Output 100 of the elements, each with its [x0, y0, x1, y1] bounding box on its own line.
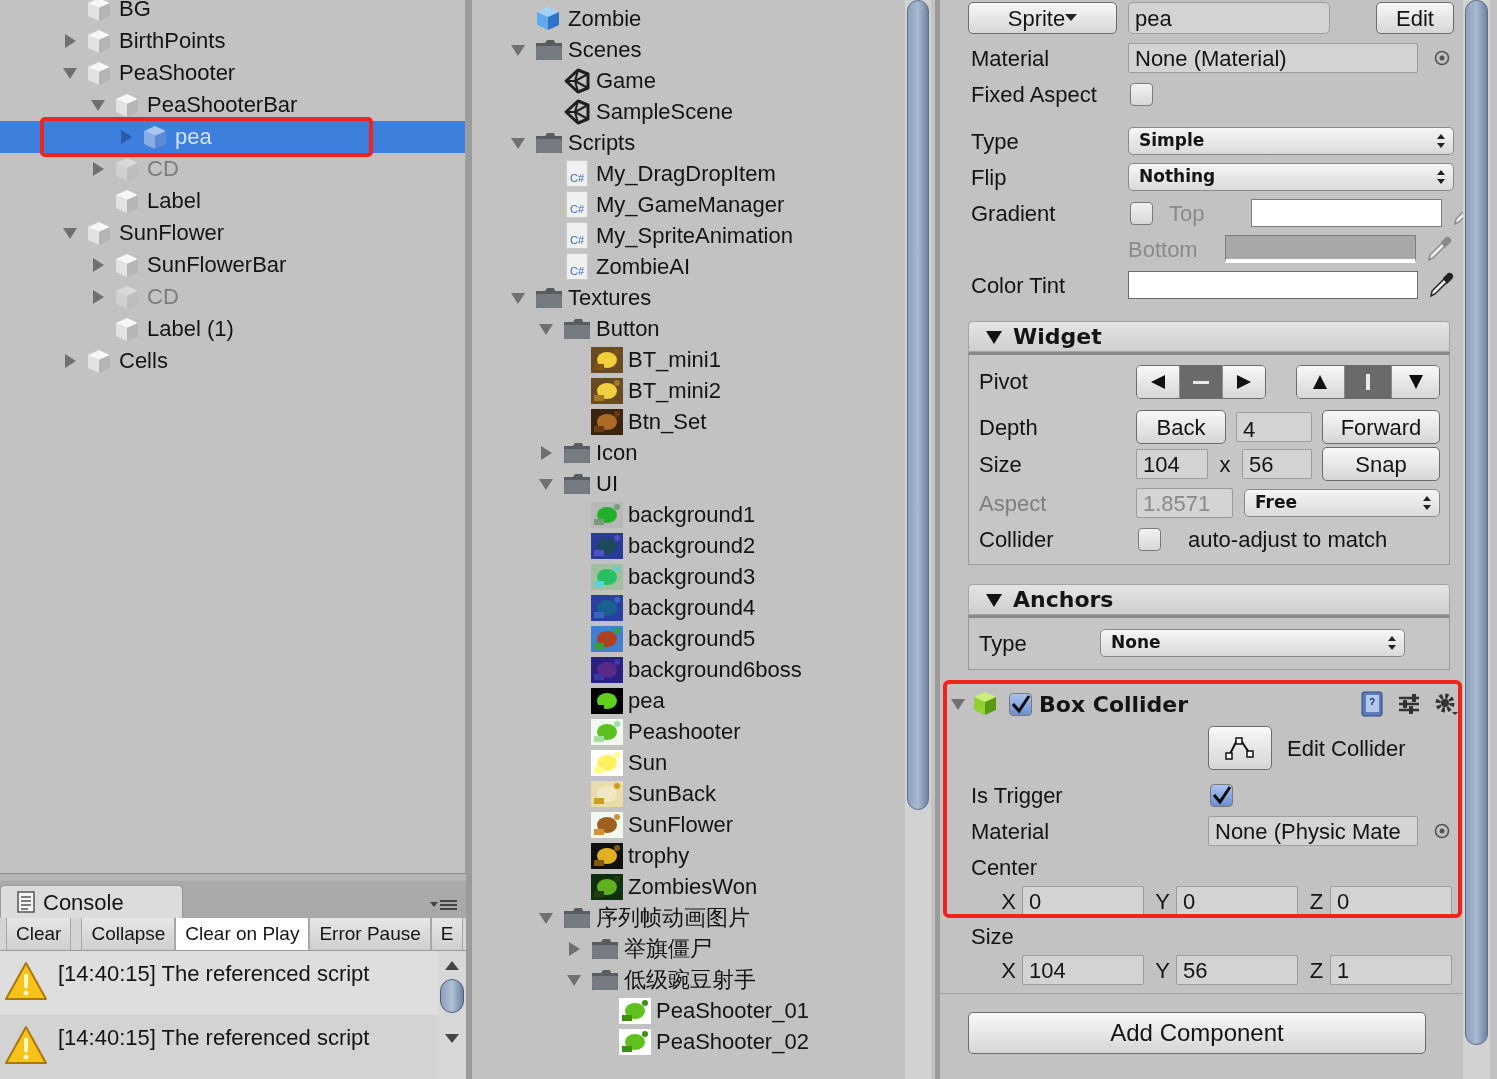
pivot-button[interactable] [1297, 366, 1345, 398]
asset-item[interactable]: My_GameManager [596, 189, 785, 220]
tree-item[interactable]: BirthPoints [119, 25, 226, 57]
number-field[interactable]: 56 [1176, 955, 1298, 985]
asset-item[interactable]: My_SpriteAnimation [596, 220, 793, 251]
asset-item[interactable]: 序列帧动画图片 [596, 902, 750, 933]
tree-item[interactable]: SunFlower [119, 217, 225, 249]
asset-item[interactable]: SampleScene [596, 96, 733, 127]
asset-item[interactable]: BT_mini2 [628, 375, 721, 406]
scrollbar-thumb[interactable] [907, 0, 929, 810]
expand-arrow-icon[interactable] [62, 33, 78, 49]
asset-item[interactable]: Sun [628, 747, 668, 778]
asset-item[interactable]: 低级豌豆射手 [624, 964, 756, 995]
edit-collider-button[interactable] [1208, 726, 1272, 770]
number-field[interactable]: 1 [1330, 955, 1452, 985]
asset-item[interactable]: background1 [628, 499, 756, 530]
asset-item[interactable]: SunBack [628, 778, 717, 809]
number-field[interactable]: 0 [1330, 886, 1452, 916]
asset-item[interactable]: My_DragDropItem [596, 158, 776, 189]
asset-item[interactable]: background2 [628, 530, 756, 561]
number-field[interactable]: 104 [1022, 955, 1144, 985]
asset-item[interactable]: Scripts [568, 127, 636, 158]
tree-item[interactable]: BG [119, 0, 151, 25]
asset-item[interactable]: trophy [628, 840, 690, 871]
pivot-button[interactable] [1223, 366, 1265, 398]
toolbar-button[interactable]: Collapse [81, 918, 176, 950]
collapse-arrow-icon[interactable] [985, 591, 1003, 608]
number-field[interactable]: 4 [1236, 412, 1312, 442]
color-swatch[interactable] [1225, 235, 1416, 263]
asset-item[interactable]: ZombieAI [596, 251, 691, 282]
asset-item[interactable]: SunFlower [628, 809, 734, 840]
asset-item[interactable]: PeaShooter_01 [656, 995, 809, 1026]
asset-item[interactable]: background4 [628, 592, 756, 623]
help-book-icon[interactable] [1360, 691, 1384, 717]
toolbar-button[interactable]: E [430, 918, 464, 950]
tree-item[interactable]: PeaShooterBar [147, 89, 298, 121]
checkbox[interactable] [1009, 692, 1032, 716]
scrollbar-thumb[interactable] [440, 979, 464, 1013]
number-field[interactable]: 104 [1136, 449, 1208, 479]
checkbox[interactable] [1130, 82, 1153, 106]
expand-arrow-icon[interactable] [566, 940, 582, 957]
sprite-field[interactable]: pea [1128, 2, 1330, 34]
asset-item[interactable]: pea [628, 685, 665, 716]
asset-item[interactable]: background5 [628, 623, 756, 654]
number-field[interactable]: 0 [1022, 886, 1144, 916]
collapse-arrow-icon[interactable] [985, 328, 1003, 345]
expand-arrow-icon[interactable] [90, 257, 106, 273]
scroll-up-icon[interactable] [444, 959, 460, 971]
asset-item[interactable]: Zombie [568, 3, 642, 34]
console-tab[interactable]: Console [0, 885, 183, 918]
tree-item[interactable]: Label [147, 185, 201, 217]
sliders-icon[interactable] [1398, 693, 1420, 715]
tree-item[interactable]: Cells [119, 345, 168, 377]
asset-item[interactable]: BT_mini1 [628, 344, 721, 375]
object-field[interactable]: None (Material) [1128, 43, 1418, 73]
checkbox[interactable] [1138, 527, 1161, 551]
section-header[interactable]: Widget [968, 321, 1450, 352]
type-dropdown[interactable]: Sprite [968, 2, 1117, 34]
asset-item[interactable]: Button [596, 313, 660, 344]
tree-item[interactable]: SunFlowerBar [147, 249, 287, 281]
asset-item[interactable]: Peashooter [628, 716, 741, 747]
menu-icon[interactable] [430, 898, 458, 912]
expand-arrow-icon[interactable] [62, 353, 78, 369]
toolbar-button[interactable]: Clear [6, 918, 72, 950]
object-field[interactable]: None (Physic Mate [1208, 816, 1418, 846]
pivot-button[interactable] [1392, 366, 1439, 398]
gear-icon[interactable] [1434, 692, 1458, 716]
pivot-button[interactable] [1137, 366, 1180, 398]
number-field[interactable]: 0 [1176, 886, 1298, 916]
target-icon[interactable] [1434, 823, 1450, 839]
tree-item[interactable]: PeaShooter [119, 57, 236, 89]
tree-item[interactable]: Label (1) [147, 313, 234, 345]
add-component-button[interactable]: Add Component [968, 1012, 1426, 1054]
dropdown[interactable]: Nothing [1128, 163, 1454, 191]
snap-button[interactable]: Snap [1322, 447, 1440, 481]
checkbox[interactable] [1130, 201, 1153, 225]
asset-item[interactable]: background6boss [628, 654, 802, 685]
expand-arrow-icon[interactable] [538, 444, 554, 461]
asset-item[interactable]: UI [596, 468, 618, 499]
asset-item[interactable]: PeaShooter_02 [656, 1026, 809, 1057]
section-header[interactable]: Anchors [968, 584, 1450, 615]
edit-button[interactable]: Edit [1376, 2, 1454, 34]
asset-item[interactable]: background3 [628, 561, 756, 592]
asset-item[interactable]: Scenes [568, 34, 642, 65]
toolbar-button[interactable]: Error Pause [309, 918, 431, 950]
eyedropper-icon[interactable] [1428, 271, 1454, 299]
asset-item[interactable]: Game [596, 65, 656, 96]
asset-item[interactable]: 举旗僵尸 [624, 933, 712, 964]
segmented-control[interactable] [1296, 365, 1440, 399]
number-field[interactable]: 56 [1242, 449, 1312, 479]
segmented-control[interactable] [1136, 365, 1266, 399]
color-swatch[interactable] [1251, 199, 1442, 227]
dropdown[interactable]: Simple [1128, 127, 1454, 155]
asset-item[interactable]: Btn_Set [628, 406, 707, 437]
asset-item[interactable]: ZombiesWon [628, 871, 758, 902]
target-icon[interactable] [1434, 50, 1450, 66]
color-swatch[interactable] [1128, 271, 1418, 299]
asset-item[interactable]: Icon [596, 437, 638, 468]
checkbox[interactable] [1210, 783, 1233, 807]
back-button[interactable]: Back [1136, 410, 1226, 444]
